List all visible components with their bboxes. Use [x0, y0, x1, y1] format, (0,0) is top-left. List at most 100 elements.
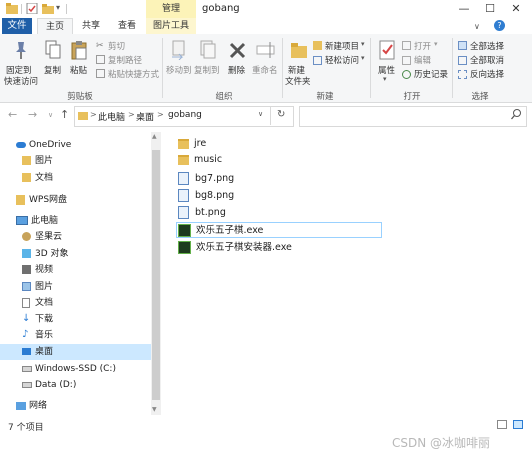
group-separator — [282, 38, 283, 98]
open-icon — [402, 41, 411, 50]
properties-quick-icon[interactable] — [26, 2, 38, 15]
copy-path-button[interactable]: 复制路径 — [108, 54, 142, 66]
nav-item-drive-d[interactable]: Data (D:) — [22, 377, 76, 393]
nav-item-wps[interactable]: WPS网盘 — [16, 192, 67, 208]
nav-item-label: 文档 — [35, 173, 54, 183]
select-none-icon — [458, 56, 467, 65]
drive-icon — [22, 381, 32, 388]
refresh-icon[interactable]: ↻ — [277, 109, 285, 120]
easy-access-dropdown-icon[interactable]: ▾ — [361, 54, 365, 62]
invert-selection-icon — [458, 70, 467, 79]
edit-icon — [402, 56, 411, 65]
tab-picture-tools[interactable]: 图片工具 — [146, 18, 196, 34]
back-arrow-icon[interactable]: ← — [8, 108, 17, 121]
file-name: 欢乐五子棋安装器.exe — [196, 242, 292, 253]
folder-icon — [178, 138, 189, 149]
organize-group-caption: 组织 — [215, 92, 233, 102]
file-name: 欢乐五子棋.exe — [196, 225, 264, 236]
list-item-game-exe[interactable]: 欢乐五子棋.exe — [176, 222, 382, 238]
minimize-button[interactable]: — — [454, 1, 474, 17]
nav-item-label: 网络 — [29, 401, 48, 411]
nav-item-this-pc[interactable]: 此电脑 — [16, 213, 58, 229]
customize-quick-access-icon[interactable]: ▾ — [56, 3, 60, 12]
new-item-button[interactable]: 新建项目 — [325, 40, 359, 52]
new-folder-quick-icon[interactable] — [42, 3, 54, 14]
copy-path-icon — [96, 55, 105, 64]
close-button[interactable]: ✕ — [506, 1, 526, 17]
nav-item-label: 视频 — [35, 265, 54, 275]
invert-selection-button[interactable]: 反向选择 — [470, 68, 504, 80]
tab-file[interactable]: 文件 — [2, 18, 32, 34]
list-item-bg7[interactable]: bg7.png — [178, 171, 234, 187]
forward-arrow-icon[interactable]: → — [28, 108, 37, 121]
nav-item-downloads[interactable]: ↓ 下载 — [22, 311, 53, 327]
new-item-dropdown-icon[interactable]: ▾ — [361, 40, 365, 48]
help-icon[interactable]: ? — [494, 20, 505, 31]
select-all-icon — [458, 41, 467, 50]
properties-dropdown-icon[interactable]: ▾ — [383, 75, 387, 83]
up-arrow-icon[interactable]: ↑ — [60, 108, 69, 121]
nav-scrollbar-thumb[interactable] — [152, 150, 160, 400]
edit-button[interactable]: 编辑 — [414, 54, 431, 66]
select-all-button[interactable]: 全部选择 — [470, 40, 504, 52]
open-button[interactable]: 打开 — [414, 40, 431, 52]
address-folder-icon — [78, 110, 88, 123]
search-input[interactable] — [299, 106, 527, 127]
nav-item-pictures[interactable]: 图片 — [22, 279, 53, 295]
scroll-up-icon[interactable]: ▲ — [152, 133, 157, 140]
nav-item-jianguoyun[interactable]: 坚果云 — [22, 229, 62, 245]
nav-item-videos[interactable]: 视频 — [22, 262, 53, 278]
list-item-bt[interactable]: bt.png — [178, 205, 226, 221]
nav-item-music[interactable]: ♪ 音乐 — [22, 327, 53, 343]
list-view-icon[interactable] — [513, 420, 523, 429]
ribbon-collapse-icon[interactable]: ∨ — [474, 22, 480, 31]
details-view-icon[interactable] — [497, 420, 507, 429]
tab-manage[interactable]: 管理 — [146, 0, 196, 18]
paste-button[interactable]: 粘贴 — [70, 64, 87, 76]
recent-locations-icon[interactable]: ∨ — [48, 111, 53, 119]
copy-button[interactable]: 复制 — [44, 64, 61, 76]
move-to-button[interactable]: 移动到 — [166, 64, 192, 76]
open-dropdown-icon[interactable]: ▾ — [434, 40, 438, 48]
tab-view[interactable]: 查看 — [112, 18, 142, 34]
address-dropdown-icon[interactable]: ∨ — [258, 110, 263, 118]
tab-home[interactable]: 主页 — [37, 18, 73, 35]
list-item-music[interactable]: music — [178, 152, 222, 168]
list-item-bg8[interactable]: bg8.png — [178, 188, 234, 204]
nav-item-label: Windows-SSD (C:) — [35, 364, 116, 374]
delete-button[interactable]: 删除 — [228, 64, 245, 76]
select-group-caption: 选择 — [471, 92, 489, 102]
easy-access-icon — [313, 56, 322, 65]
breadcrumb-gobang[interactable]: gobang — [168, 110, 202, 120]
rename-button[interactable]: 重命名 — [252, 64, 278, 76]
nav-item-documents[interactable]: 文档 — [22, 295, 53, 311]
paste-shortcut-icon — [96, 69, 105, 78]
nav-item-3d-objects[interactable]: 3D 对象 — [22, 246, 69, 262]
cut-button[interactable]: 剪切 — [108, 40, 125, 52]
nav-item-drive-c[interactable]: Windows-SSD (C:) — [22, 361, 116, 377]
history-button[interactable]: 历史记录 — [414, 68, 448, 80]
select-none-button[interactable]: 全部取消 — [470, 54, 504, 66]
nav-item-label: 3D 对象 — [35, 249, 69, 259]
copy-to-button[interactable]: 复制到 — [194, 64, 220, 76]
breadcrumb-desktop[interactable]: 桌面 — [136, 110, 154, 123]
group-separator — [370, 38, 371, 98]
maximize-button[interactable]: ☐ — [480, 1, 500, 17]
breadcrumb-this-pc[interactable]: 此电脑 — [98, 110, 125, 123]
image-file-icon — [178, 189, 189, 202]
scroll-down-icon[interactable]: ▼ — [152, 406, 157, 413]
nav-item-desktop[interactable]: 桌面 — [0, 344, 151, 360]
network-icon — [16, 401, 26, 410]
document-icon — [22, 297, 30, 308]
list-item-jre[interactable]: jre — [178, 136, 206, 152]
nav-item-network[interactable]: 网络 — [16, 398, 47, 414]
paste-shortcut-button[interactable]: 粘贴快捷方式 — [108, 68, 159, 80]
nav-item-onedrive[interactable]: OneDrive — [16, 137, 71, 153]
easy-access-button[interactable]: 轻松访问 — [325, 54, 359, 66]
nav-item-onedrive-documents[interactable]: 文档 — [22, 170, 53, 186]
pin-quick-access-label-2: 快速访问 — [4, 77, 39, 87]
title-bar — [0, 0, 532, 18]
list-item-installer-exe[interactable]: 欢乐五子棋安装器.exe — [178, 240, 292, 256]
tab-share[interactable]: 共享 — [76, 18, 106, 34]
nav-item-onedrive-pictures[interactable]: 图片 — [22, 153, 53, 169]
